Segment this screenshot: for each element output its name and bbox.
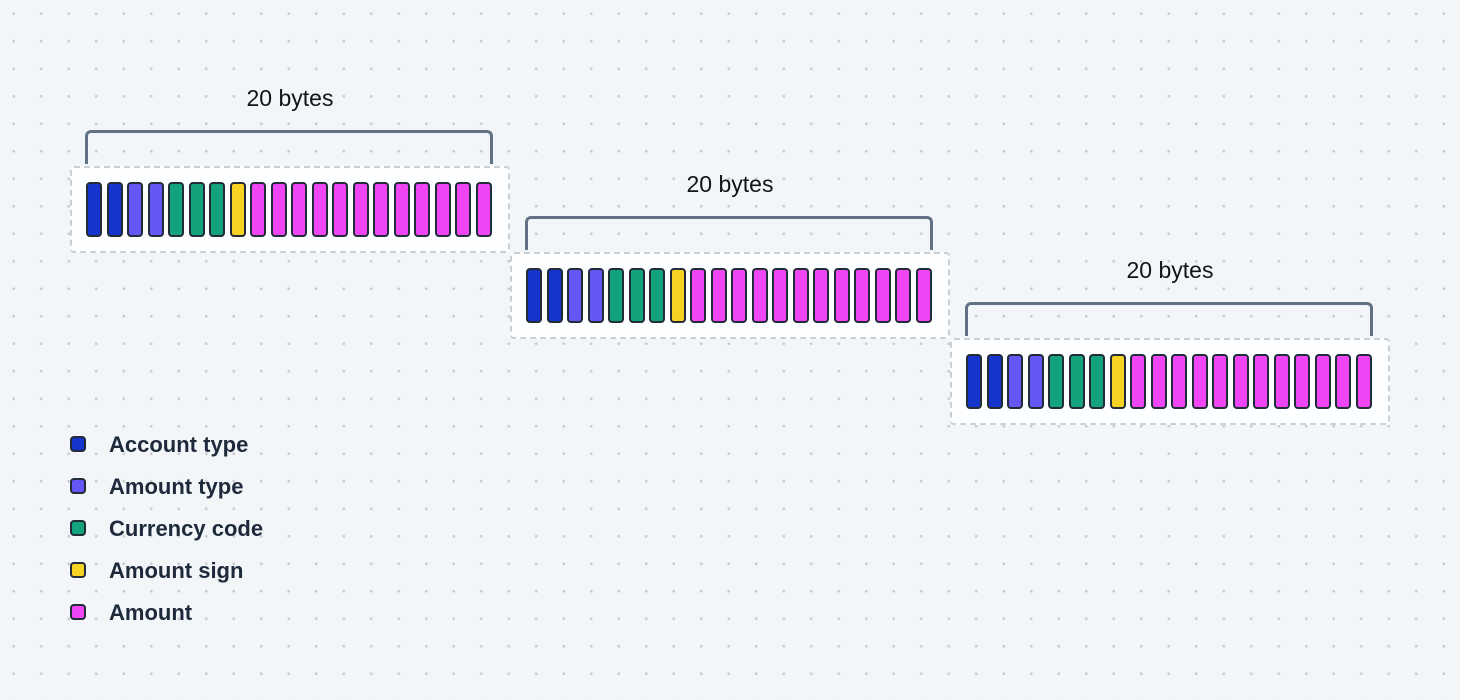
byte-cell-currency-code [209, 182, 225, 237]
byte-cell-amount [1314, 354, 1331, 409]
byte-cell-amount [1191, 354, 1208, 409]
byte-cell-amount [250, 182, 266, 237]
byte-cell-amount-type [127, 182, 143, 237]
byte-cell-currency-code [1089, 354, 1105, 409]
record-size-label: 20 bytes [246, 85, 334, 111]
legend-label: Amount type [109, 474, 244, 499]
byte-cell-currency-code [188, 182, 205, 237]
legend: Account type Amount type Currency code A… [70, 424, 263, 634]
byte-cell-amount [1253, 354, 1269, 409]
byte-cells [526, 268, 932, 323]
byte-box [510, 252, 950, 339]
byte-cell-account-type [526, 268, 542, 323]
byte-cell-amount [915, 268, 932, 323]
byte-cell-amount [414, 182, 430, 237]
size-bracket [525, 216, 933, 250]
byte-cell-amount [475, 182, 492, 237]
legend-label: Amount [109, 600, 193, 625]
byte-cell-amount [833, 268, 850, 323]
byte-cell-amount-sign [1109, 354, 1126, 409]
byte-cell-amount [1150, 354, 1167, 409]
byte-cell-amount-sign [229, 182, 246, 237]
amount-sign-swatch-icon [70, 561, 86, 578]
byte-cell-amount-type [1007, 354, 1023, 409]
byte-cell-account-type [986, 354, 1003, 409]
byte-cell-amount [1335, 354, 1351, 409]
byte-cell-amount [1171, 354, 1187, 409]
byte-cell-account-type [106, 182, 123, 237]
byte-cell-amount-type [1027, 354, 1044, 409]
byte-cell-currency-code [1048, 354, 1064, 409]
legend-label: Currency code [109, 516, 264, 541]
byte-cell-amount [1355, 354, 1372, 409]
record-size-label: 20 bytes [1126, 257, 1214, 283]
byte-cell-amount [1130, 354, 1146, 409]
currency-code-swatch-icon [70, 519, 86, 536]
account-type-swatch-icon [70, 435, 86, 452]
record-size-label: 20 bytes [686, 171, 774, 197]
byte-cell-amount-sign [669, 268, 686, 323]
legend-item-currency-code: Currency code [70, 508, 263, 550]
legend-item-amount-sign: Amount sign [70, 550, 263, 592]
legend-item-amount: Amount [70, 592, 263, 634]
byte-cell-amount [291, 182, 307, 237]
byte-cell-amount [690, 268, 706, 323]
byte-cell-amount [792, 268, 809, 323]
byte-cell-amount [772, 268, 788, 323]
byte-cell-amount-type [147, 182, 164, 237]
byte-cell-currency-code [628, 268, 645, 323]
byte-cell-amount [895, 268, 911, 323]
legend-label: Account type [109, 432, 249, 457]
byte-cell-amount [1232, 354, 1249, 409]
byte-cell-amount [874, 268, 891, 323]
byte-cell-amount [1294, 354, 1310, 409]
byte-cell-amount [731, 268, 747, 323]
byte-cell-amount [434, 182, 451, 237]
byte-cell-account-type [546, 268, 563, 323]
byte-cell-amount [751, 268, 768, 323]
amount-type-swatch-icon [70, 477, 86, 494]
byte-box [950, 338, 1390, 425]
byte-cell-amount [332, 182, 348, 237]
byte-cell-amount [373, 182, 389, 237]
byte-cell-amount [710, 268, 727, 323]
size-bracket [85, 130, 493, 164]
byte-cell-currency-code [1068, 354, 1085, 409]
byte-cell-amount [813, 268, 829, 323]
byte-cell-amount [270, 182, 287, 237]
byte-cell-amount [455, 182, 471, 237]
byte-cell-amount [1273, 354, 1290, 409]
legend-item-account-type: Account type [70, 424, 263, 466]
size-bracket [965, 302, 1373, 336]
byte-cell-amount-type [587, 268, 604, 323]
byte-cell-account-type [86, 182, 102, 237]
byte-cell-currency-code [608, 268, 624, 323]
byte-cell-amount [352, 182, 369, 237]
byte-cell-amount [393, 182, 410, 237]
byte-cell-currency-code [168, 182, 184, 237]
byte-cell-currency-code [649, 268, 665, 323]
byte-cell-amount [311, 182, 328, 237]
legend-item-amount-type: Amount type [70, 466, 263, 508]
byte-cell-account-type [966, 354, 982, 409]
byte-cell-amount [1212, 354, 1228, 409]
legend-label: Amount sign [109, 558, 244, 583]
byte-cell-amount-type [567, 268, 583, 323]
byte-cells [966, 354, 1372, 409]
amount-swatch-icon [70, 603, 86, 620]
byte-cells [86, 182, 492, 237]
byte-cell-amount [854, 268, 870, 323]
byte-box [70, 166, 510, 253]
